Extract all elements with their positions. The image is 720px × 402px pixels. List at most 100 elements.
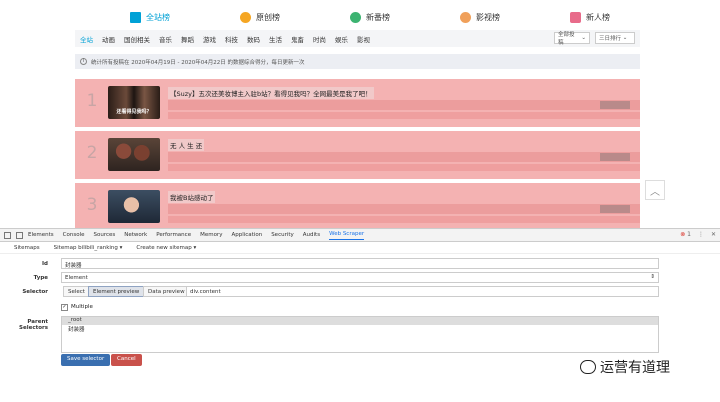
web-scraper-nav: Sitemaps Sitemap bilibili_ranking ▾ Crea…: [0, 242, 720, 254]
category-item[interactable]: 游戏: [203, 34, 216, 44]
submission-filter-dropdown[interactable]: 全部投稿 ⌄: [554, 32, 590, 46]
parent-option[interactable]: 封装器: [62, 325, 658, 333]
wechat-icon: [580, 360, 596, 374]
tab-label: 原创榜: [256, 12, 280, 22]
category-item[interactable]: 生活: [269, 34, 282, 44]
tab-web-scraper[interactable]: Web Scraper: [329, 231, 365, 240]
tab-bangumi[interactable]: 新番榜: [350, 11, 390, 23]
nav-create-sitemap[interactable]: Create new sitemap ▾: [136, 245, 196, 251]
video-thumbnail[interactable]: 还看得见我吗？: [108, 86, 160, 119]
category-item[interactable]: 时尚: [313, 34, 326, 44]
score-badge: [600, 101, 630, 109]
multiple-row: ✓ Multiple: [0, 302, 720, 314]
tab-audits[interactable]: Audits: [303, 232, 320, 238]
error-counter[interactable]: ⊗ 1: [680, 231, 691, 238]
tab-label: 全站榜: [146, 12, 170, 22]
id-row: Id 封装器: [0, 258, 720, 270]
tab-movie[interactable]: 影视榜: [460, 11, 500, 23]
tab-all-site[interactable]: 全站榜: [130, 11, 170, 23]
select-arrows-icon: ⇕: [650, 274, 655, 280]
notice-text: 统计所有投稿在 2020年04月19日 - 2020年04月22日 的数据综合得…: [91, 59, 305, 66]
category-item[interactable]: 鬼畜: [291, 34, 304, 44]
type-label: Type: [33, 275, 48, 281]
error-count: 1: [687, 231, 691, 238]
category-item[interactable]: 科技: [225, 34, 238, 44]
chevron-up-icon: ︿: [650, 186, 660, 198]
type-value: Element: [65, 275, 88, 281]
thumbnail-caption: 还看得见我吗？: [116, 109, 152, 115]
crown-icon: [240, 11, 251, 23]
select-button[interactable]: Select: [63, 286, 90, 297]
tab-application[interactable]: Application: [231, 232, 262, 238]
chevron-down-icon: ⌄: [622, 35, 628, 41]
multiple-label: Multiple: [71, 304, 93, 310]
element-preview-button[interactable]: Element preview: [88, 286, 145, 297]
nav-sitemaps[interactable]: Sitemaps: [14, 245, 40, 251]
cancel-button[interactable]: Cancel: [111, 354, 142, 366]
rank-item[interactable]: 3 我被B站感动了: [75, 183, 640, 228]
category-item[interactable]: 数码: [247, 34, 260, 44]
selector-label: Selector: [22, 289, 48, 295]
parent-option[interactable]: _root: [62, 317, 658, 325]
chevron-down-icon: ⌄: [581, 35, 586, 41]
rank-item[interactable]: 1 还看得见我吗？ 【Suzy】五次还美妆博主入驻b站？看得见我吗？全网最美是我…: [75, 79, 640, 127]
tab-console[interactable]: Console: [63, 232, 85, 238]
detail-highlight: [168, 164, 640, 171]
detail-highlight: [168, 112, 640, 119]
parent-selectors-label: Parent Selectors: [19, 319, 48, 331]
newcomer-icon: [570, 11, 581, 23]
save-selector-button[interactable]: Save selector: [61, 354, 111, 366]
parent-selectors-list[interactable]: _root 封装器: [61, 316, 659, 353]
data-preview-button[interactable]: Data preview: [143, 286, 190, 297]
tab-newcomer[interactable]: 新人榜: [570, 11, 610, 23]
rank-item[interactable]: 2 无 人 生 还: [75, 131, 640, 179]
detail-highlight: [168, 204, 640, 214]
close-icon[interactable]: ✕: [711, 231, 716, 238]
category-item[interactable]: 娱乐: [335, 34, 348, 44]
tab-performance[interactable]: Performance: [156, 232, 191, 238]
rank-number: 3: [86, 195, 98, 215]
detail-highlight: [168, 216, 640, 223]
category-item[interactable]: 全站: [80, 34, 93, 44]
devtools-controls: ⊗ 1 ⋮ ✕: [680, 231, 716, 238]
tab-sources[interactable]: Sources: [93, 232, 115, 238]
dropdown-label: 全部投稿: [558, 32, 575, 46]
video-title[interactable]: 【Suzy】五次还美妆博主入驻b站？看得见我吗？全网最美是我了吧！: [168, 87, 374, 99]
selector-row: Selector Select Element preview Data pre…: [0, 286, 720, 298]
video-thumbnail[interactable]: [108, 138, 160, 171]
score-badge: [600, 153, 630, 161]
device-toggle-icon[interactable]: [16, 231, 23, 239]
tab-elements[interactable]: Elements: [28, 232, 54, 238]
period-filter-dropdown[interactable]: 三日排行 ⌄: [595, 32, 635, 44]
tab-security[interactable]: Security: [271, 232, 294, 238]
category-item[interactable]: 舞蹈: [181, 34, 194, 44]
rank-number: 2: [86, 143, 98, 163]
id-label: Id: [42, 261, 48, 267]
notice-bar: i 统计所有投稿在 2020年04月19日 - 2020年04月22日 的数据综…: [75, 54, 640, 69]
type-select[interactable]: Element ⇕: [61, 272, 659, 283]
category-item[interactable]: 影视: [357, 34, 370, 44]
nav-sitemap-menu[interactable]: Sitemap bilibili_ranking ▾: [54, 245, 123, 251]
more-options-icon[interactable]: ⋮: [698, 231, 704, 238]
score-badge: [600, 205, 630, 213]
category-item[interactable]: 动画: [102, 34, 115, 44]
selector-input[interactable]: div.content: [186, 286, 659, 297]
video-title[interactable]: 无 人 生 还: [168, 139, 205, 151]
back-to-top-button[interactable]: ︿: [645, 180, 665, 200]
video-title[interactable]: 我被B站感动了: [168, 191, 216, 203]
inspect-icon[interactable]: [4, 231, 11, 239]
category-item[interactable]: 音乐: [159, 34, 172, 44]
multiple-checkbox[interactable]: ✓: [61, 304, 68, 311]
tab-original[interactable]: 原创榜: [240, 11, 280, 23]
video-thumbnail[interactable]: [108, 190, 160, 223]
tab-network[interactable]: Network: [124, 232, 147, 238]
tab-memory[interactable]: Memory: [200, 232, 222, 238]
id-field[interactable]: 封装器: [61, 258, 659, 269]
dropdown-label: 三日排行: [599, 36, 622, 42]
tab-label: 影视榜: [476, 12, 500, 22]
ranking-tabs: 全站榜 原创榜 新番榜 影视榜 新人榜: [130, 5, 610, 29]
ranking-page: 全站榜 原创榜 新番榜 影视榜 新人榜 全站 动画 国创相关 音乐 舞蹈 游戏 …: [0, 0, 720, 228]
watermark: 运营有道理: [580, 357, 670, 377]
devtools-tab-bar: Elements Console Sources Network Perform…: [0, 229, 720, 242]
category-item[interactable]: 国创相关: [124, 34, 150, 44]
